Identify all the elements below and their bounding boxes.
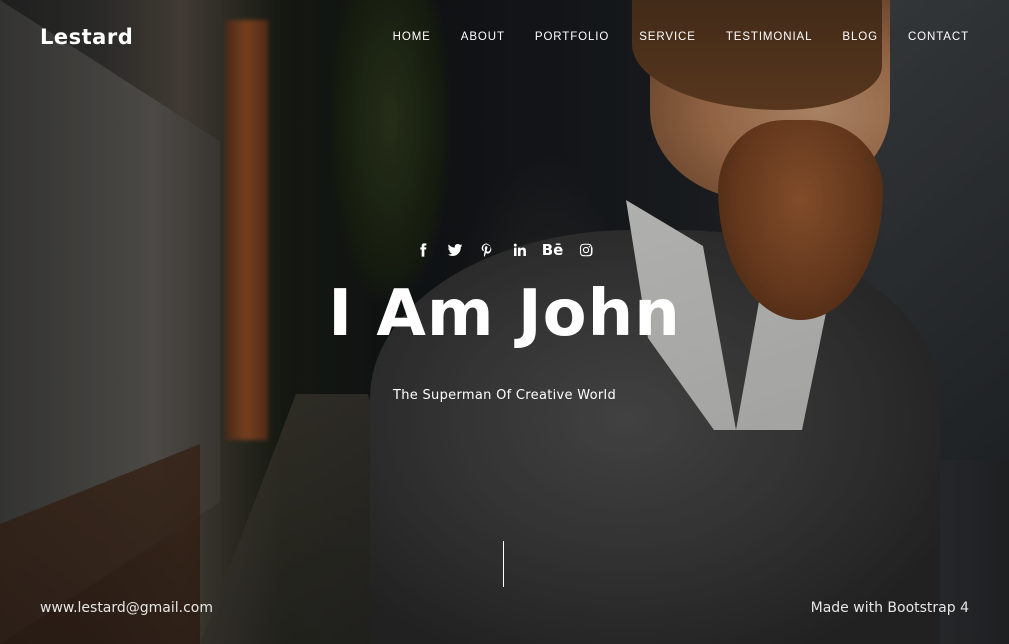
twitter-icon[interactable] (446, 241, 464, 259)
nav-menu: HOME ABOUT PORTFOLIO SERVICE TESTIMONIAL… (378, 31, 969, 43)
nav-home[interactable]: HOME (378, 31, 446, 43)
hero-footer: www.lestard@gmail.com Made with Bootstra… (0, 596, 1009, 620)
nav-blog[interactable]: BLOG (827, 31, 893, 43)
email-link[interactable]: www.lestard@gmail.com (40, 600, 213, 616)
top-navbar: Lestard HOME ABOUT PORTFOLIO SERVICE TES… (0, 0, 1009, 74)
social-links: Bē (0, 230, 1009, 270)
nav-service[interactable]: SERVICE (624, 31, 711, 43)
hero-title: I Am John (328, 277, 681, 351)
instagram-icon[interactable] (577, 241, 595, 259)
behance-glyph: Bē (541, 241, 564, 259)
nav-about[interactable]: ABOUT (446, 31, 520, 43)
brand-logo[interactable]: Lestard (40, 25, 133, 49)
scroll-indicator[interactable] (503, 541, 504, 587)
credit-text: Made with Bootstrap 4 (810, 600, 969, 616)
nav-contact[interactable]: CONTACT (893, 31, 969, 43)
hero-subtitle: The Superman Of Creative World (393, 388, 616, 403)
linkedin-icon[interactable] (510, 241, 528, 259)
behance-icon[interactable]: Bē (542, 241, 564, 259)
nav-portfolio[interactable]: PORTFOLIO (520, 31, 624, 43)
hero-section: Bē I Am John The Superman Of Creative Wo… (0, 230, 1009, 403)
nav-testimonial[interactable]: TESTIMONIAL (711, 31, 828, 43)
pinterest-icon[interactable] (478, 241, 496, 259)
facebook-icon[interactable] (414, 241, 432, 259)
